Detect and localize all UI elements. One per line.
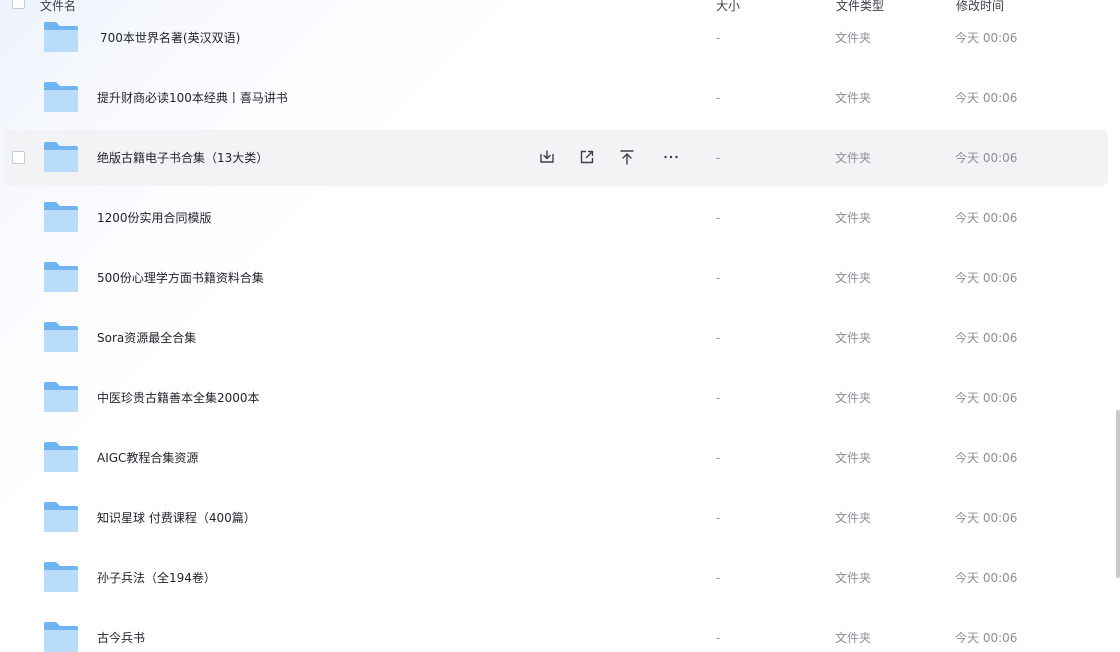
file-size: -: [716, 511, 721, 525]
file-modified-time: 今天 00:06: [955, 631, 1018, 645]
file-size: -: [716, 91, 721, 105]
file-row[interactable]: 绝版古籍电子书合集（13大类） - 文件夹 今天 00:06: [4, 130, 1108, 186]
file-modified-time: 今天 00:06: [955, 271, 1018, 285]
file-type: 文件夹: [835, 211, 872, 225]
folder-icon: [44, 382, 78, 412]
folder-icon: [44, 22, 78, 52]
folder-icon: [44, 202, 78, 232]
file-row[interactable]: 1200份实用合同模版 - 文件夹 今天 00:06: [4, 190, 1108, 246]
folder-icon: [44, 442, 78, 472]
file-size: -: [716, 571, 721, 585]
folder-icon: [44, 622, 78, 652]
file-size: -: [716, 31, 721, 45]
file-size: -: [716, 451, 721, 465]
file-size: -: [716, 391, 721, 405]
file-name[interactable]: 提升财商必读100本经典丨喜马讲书: [97, 90, 288, 106]
file-row[interactable]: 古今兵书 - 文件夹 今天 00:06: [4, 610, 1108, 652]
move-to-top-button[interactable]: [616, 146, 638, 168]
file-size: -: [716, 271, 721, 285]
file-type: 文件夹: [835, 151, 872, 165]
file-modified-time: 今天 00:06: [955, 91, 1018, 105]
file-modified-time: 今天 00:06: [955, 451, 1018, 465]
folder-icon: [44, 502, 78, 532]
file-type: 文件夹: [835, 391, 872, 405]
folder-icon: [44, 562, 78, 592]
folder-icon: [44, 82, 78, 112]
file-row[interactable]: 中医珍贵古籍善本全集2000本 - 文件夹 今天 00:06: [4, 370, 1108, 426]
file-row[interactable]: AIGC教程合集资源 - 文件夹 今天 00:06: [4, 430, 1108, 486]
row-checkbox[interactable]: [12, 151, 25, 164]
folder-icon: [44, 142, 78, 172]
file-type: 文件夹: [835, 331, 872, 345]
file-type: 文件夹: [835, 451, 872, 465]
file-name[interactable]: 知识星球 付费课程（400篇）: [97, 510, 256, 526]
file-name[interactable]: 500份心理学方面书籍资料合集: [97, 270, 264, 286]
file-row[interactable]: Sora资源最全合集 - 文件夹 今天 00:06: [4, 310, 1108, 366]
file-name[interactable]: 孙子兵法（全194卷）: [97, 570, 216, 586]
file-type: 文件夹: [835, 511, 872, 525]
more-button[interactable]: [660, 146, 682, 168]
file-row[interactable]: 500份心理学方面书籍资料合集 - 文件夹 今天 00:06: [4, 250, 1108, 306]
file-type: 文件夹: [835, 571, 872, 585]
file-type: 文件夹: [835, 271, 872, 285]
file-name[interactable]: 1200份实用合同模版: [97, 210, 212, 226]
vertical-scrollbar[interactable]: [1116, 410, 1120, 578]
more-icon: [664, 155, 678, 159]
file-name[interactable]: 中医珍贵古籍善本全集2000本: [97, 390, 260, 406]
file-modified-time: 今天 00:06: [955, 31, 1018, 45]
file-row[interactable]: 提升财商必读100本经典丨喜马讲书 - 文件夹 今天 00:06: [4, 70, 1108, 126]
select-all-checkbox[interactable]: [12, 0, 25, 9]
share-icon: [580, 150, 594, 164]
file-size: -: [716, 211, 721, 225]
file-type: 文件夹: [835, 31, 872, 45]
file-name[interactable]: 古今兵书: [97, 630, 145, 646]
file-modified-time: 今天 00:06: [955, 511, 1018, 525]
file-name[interactable]: 绝版古籍电子书合集（13大类）: [97, 150, 268, 166]
file-size: -: [716, 151, 721, 165]
file-row[interactable]: 孙子兵法（全194卷） - 文件夹 今天 00:06: [4, 550, 1108, 606]
file-row[interactable]: 知识星球 付费课程（400篇） - 文件夹 今天 00:06: [4, 490, 1108, 546]
download-button[interactable]: [536, 146, 558, 168]
share-button[interactable]: [576, 146, 598, 168]
file-modified-time: 今天 00:06: [955, 151, 1018, 165]
file-modified-time: 今天 00:06: [955, 571, 1018, 585]
file-modified-time: 今天 00:06: [955, 331, 1018, 345]
file-size: -: [716, 631, 721, 645]
file-name[interactable]: 700本世界名著(英汉双语): [100, 30, 240, 46]
download-icon: [540, 150, 554, 163]
file-row[interactable]: 700本世界名著(英汉双语) - 文件夹 今天 00:06: [4, 10, 1108, 66]
file-name[interactable]: AIGC教程合集资源: [97, 450, 198, 466]
file-name[interactable]: Sora资源最全合集: [97, 330, 196, 346]
file-modified-time: 今天 00:06: [955, 391, 1018, 405]
folder-icon: [44, 262, 78, 292]
move-to-top-icon: [620, 150, 634, 165]
file-size: -: [716, 331, 721, 345]
file-type: 文件夹: [835, 631, 872, 645]
folder-icon: [44, 322, 78, 352]
file-modified-time: 今天 00:06: [955, 211, 1018, 225]
file-type: 文件夹: [835, 91, 872, 105]
